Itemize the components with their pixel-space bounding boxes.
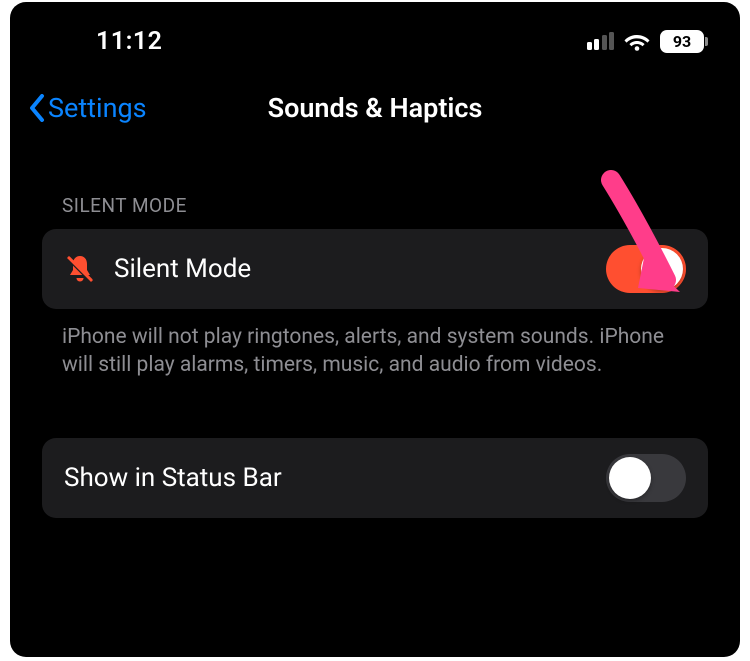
wifi-icon (624, 31, 650, 51)
toggle-knob (609, 457, 651, 499)
back-label: Settings (48, 92, 147, 124)
status-right: 93 (587, 30, 705, 53)
settings-screen: 11:12 93 Settings Sounds & Hapt (10, 2, 740, 657)
back-button[interactable]: Settings (28, 92, 147, 124)
show-in-status-bar-label: Show in Status Bar (64, 463, 588, 493)
silent-mode-row[interactable]: Silent Mode (42, 229, 708, 309)
battery-indicator: 93 (660, 30, 704, 53)
section-header-silent-mode: SILENT MODE (10, 144, 740, 229)
bell-slash-icon (64, 253, 96, 285)
silent-mode-label: Silent Mode (114, 254, 588, 284)
silent-mode-group: Silent Mode (42, 229, 708, 309)
silent-mode-toggle[interactable] (606, 245, 686, 293)
chevron-left-icon (28, 94, 46, 122)
status-bar-group: Show in Status Bar (42, 438, 708, 518)
nav-bar: Settings Sounds & Haptics (10, 62, 740, 144)
silent-mode-footer: iPhone will not play ringtones, alerts, … (10, 309, 740, 410)
toggle-knob (641, 248, 683, 290)
status-bar: 11:12 93 (10, 2, 740, 62)
battery-percent: 93 (673, 32, 691, 51)
page-title: Sounds & Haptics (268, 92, 483, 124)
show-in-status-bar-toggle[interactable] (606, 454, 686, 502)
cellular-signal-icon (587, 32, 615, 50)
status-time: 11:12 (96, 27, 162, 56)
show-in-status-bar-row[interactable]: Show in Status Bar (42, 438, 708, 518)
